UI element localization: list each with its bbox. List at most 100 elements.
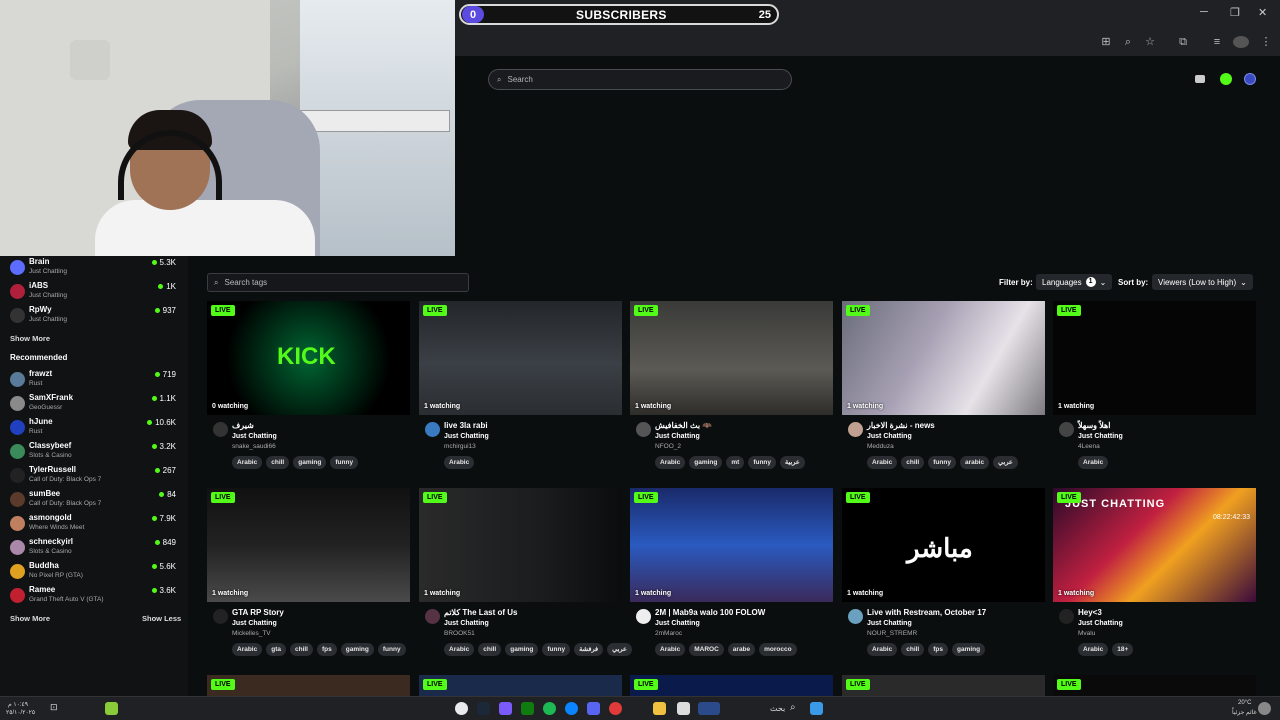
streamer-name[interactable]: NOUR_STREMR [867,630,917,637]
streamer-name[interactable]: 2mMaroc [655,630,682,637]
tag-chip[interactable]: funny [542,643,571,656]
stream-thumbnail[interactable]: LIVE [1053,675,1256,696]
tag-chip[interactable]: morocco [759,643,797,656]
sidebar-channel[interactable]: Ramee Grand Theft Auto V (GTA) 3.6K [10,585,180,609]
tag-chip[interactable]: عربي [993,456,1018,469]
stream-thumbnail[interactable]: مباشر LIVE 1 watching [842,488,1045,602]
tag-chip[interactable]: Arabic [867,456,898,469]
stream-title[interactable]: 2M | Mab9a walo 100 FOLOW [655,608,765,617]
media-icon[interactable]: ≡ [1211,36,1223,48]
notification-icon[interactable]: ⊡ [50,702,63,715]
discord-icon[interactable] [499,702,512,715]
sidebar-channel[interactable]: TylerRussell Call of Duty: Black Ops 7 267 [10,465,180,489]
stream-card[interactable]: KICK LIVE 0 watching شيرف Just Chatting snake… [207,301,410,475]
sidebar-channel[interactable]: frawzt Rust 719 [10,369,180,393]
tag-chip[interactable]: عربية [780,456,805,469]
minimize-icon[interactable]: ─ [1200,6,1208,18]
stream-title[interactable]: Hey<3 [1078,608,1102,617]
tag-chip[interactable]: Arabic [1078,456,1109,469]
sidebar-channel[interactable]: Brain Just Chatting 5.3K [10,257,180,281]
sidebar-channel[interactable]: sumBee Call of Duty: Black Ops 7 84 [10,489,180,513]
sidebar-channel[interactable]: iABS Just Chatting 1K [10,281,180,305]
zoom-icon[interactable]: ⌕ [1122,36,1134,48]
extensions-icon[interactable]: ⧉ [1177,36,1189,48]
streamer-name[interactable]: Mickelles_TV [232,630,271,637]
user-avatar[interactable] [1244,73,1256,85]
stream-thumbnail[interactable]: LIVE [842,675,1045,696]
tag-chip[interactable]: Arabic [1078,643,1109,656]
tag-chip[interactable]: funny [330,456,359,469]
tag-chip[interactable]: Arabic [444,643,475,656]
stream-category[interactable]: Just Chatting [655,620,700,627]
sidebar-channel[interactable]: Buddha No Pixel RP (GTA) 5.6K [10,561,180,585]
stream-category[interactable]: Just Chatting [444,433,489,440]
tag-chip[interactable]: mt [726,456,745,469]
tag-chip[interactable]: Arabic [655,643,686,656]
stream-category[interactable]: Just Chatting [444,620,489,627]
tag-chip[interactable]: MAROC [689,643,724,656]
stream-card[interactable]: LIVE 1 watching نشرة الاخبار - news Just Ch… [842,301,1045,475]
streamer-avatar[interactable] [425,422,440,437]
tag-chip[interactable]: gaming [505,643,539,656]
tag-chip[interactable]: chill [901,456,925,469]
bookmark-star-icon[interactable]: ☆ [1144,36,1156,48]
stream-card[interactable]: LIVE 1 watching live 3la rabi Just Chatting… [419,301,622,475]
tag-chip[interactable]: فرفشة [574,643,604,656]
tag-chip[interactable]: fps [928,643,948,656]
stream-title[interactable]: Live with Restream, October 17 [867,608,986,617]
tag-chip[interactable]: arabic [959,456,990,469]
spotify-icon[interactable] [543,702,556,715]
tag-chip[interactable]: chill [266,456,290,469]
start-icon[interactable] [810,702,823,715]
file-explorer-icon[interactable] [653,702,666,715]
tray-app-icon[interactable] [105,702,118,715]
sidebar-channel[interactable]: SamXFrank GeoGuessr 1.1K [10,393,180,417]
stream-category[interactable]: Just Chatting [232,433,277,440]
tag-chip[interactable]: Arabic [655,456,686,469]
tag-chip[interactable]: gaming [952,643,986,656]
stream-category[interactable]: Just Chatting [1078,433,1123,440]
taskbar-search-label[interactable]: بحث [770,704,785,713]
tag-chip[interactable]: gaming [689,456,723,469]
streamer-avatar[interactable] [636,609,651,624]
streamer-name[interactable]: NFOO_2 [655,443,681,450]
show-more-button[interactable]: Show More [10,334,50,343]
stream-thumbnail[interactable]: LIVE [630,675,833,696]
gift-icon[interactable] [1195,75,1205,83]
tag-chip[interactable]: عربي [607,643,632,656]
stream-card[interactable]: LIVE [842,675,1045,696]
stream-thumbnail[interactable]: KICK LIVE 0 watching [207,301,410,415]
streamer-avatar[interactable] [1059,609,1074,624]
stream-thumbnail[interactable]: LIVE 1 watching [419,301,622,415]
search-input[interactable]: ⌕ Search [488,69,792,90]
tag-chip[interactable]: Arabic [444,456,475,469]
streamer-avatar[interactable] [1059,422,1074,437]
stream-card[interactable]: LIVE [207,675,410,696]
tag-chip[interactable]: 18+ [1112,643,1134,656]
stream-card[interactable]: JUST CHATTING 08:22:42:33 LIVE 1 watching He… [1053,488,1256,662]
tag-chip[interactable]: gaming [340,643,374,656]
restore-icon[interactable]: ❐ [1230,6,1240,19]
tag-chip[interactable]: funny [748,456,777,469]
languages-dropdown[interactable]: Languages 1 ⌄ [1036,274,1113,290]
stream-category[interactable]: Just Chatting [1078,620,1123,627]
stream-thumbnail[interactable]: LIVE 1 watching [419,488,622,602]
tag-chip[interactable]: arabe [727,643,756,656]
streamer-name[interactable]: Mvalu [1078,630,1095,637]
show-less-button[interactable]: Show Less [142,614,181,623]
stream-title[interactable]: كلاتم The Last of Us [444,608,517,617]
translate-icon[interactable]: ⊞ [1100,36,1112,48]
streamer-name[interactable]: 4Leena [1078,443,1100,450]
streamer-avatar[interactable] [636,422,651,437]
stream-card[interactable]: LIVE [630,675,833,696]
tag-chip[interactable]: Arabic [232,643,263,656]
stream-title[interactable]: نشرة الاخبار - news [867,421,935,430]
stream-thumbnail[interactable]: LIVE [419,675,622,696]
stream-category[interactable]: Just Chatting [655,433,700,440]
stream-category[interactable]: Just Chatting [232,620,277,627]
streamer-avatar[interactable] [213,422,228,437]
streamer-avatar[interactable] [848,609,863,624]
stream-thumbnail[interactable]: LIVE [207,675,410,696]
tag-chip[interactable]: Arabic [867,643,898,656]
tag-chip[interactable]: chill [289,643,313,656]
